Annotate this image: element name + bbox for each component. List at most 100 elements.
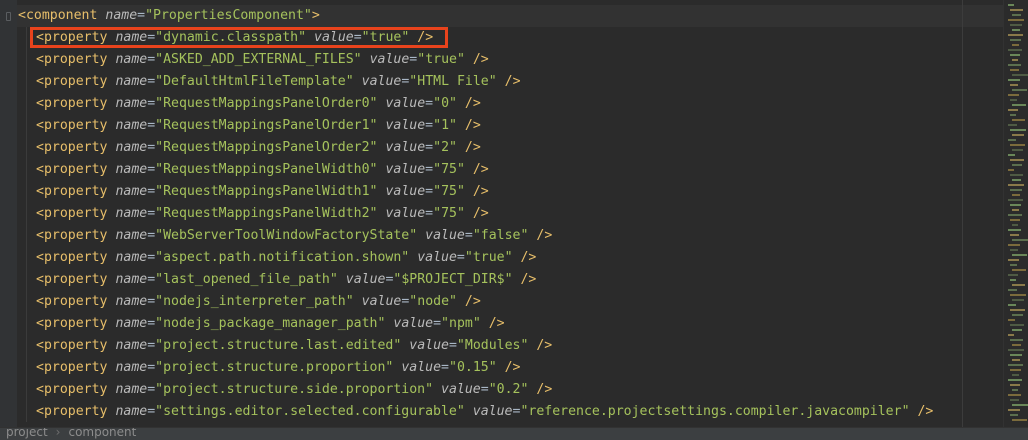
property-name-text: RequestMappingsPanelOrder0 bbox=[163, 96, 370, 111]
property-line[interactable]: <property name="nodejs_interpreter_path"… bbox=[36, 291, 481, 313]
property-tag: property bbox=[43, 96, 108, 111]
property-line[interactable]: <property name="ASKED_ADD_EXTERNAL_FILES… bbox=[36, 49, 489, 71]
code-editor[interactable]: <component name="PropertiesComponent"> <… bbox=[0, 0, 1028, 440]
equals-sign: = bbox=[425, 184, 434, 199]
breadcrumb-separator-icon: › bbox=[55, 427, 61, 439]
property-name-attr: name bbox=[115, 250, 148, 265]
scroll-marker bbox=[1012, 314, 1023, 316]
scroll-marker bbox=[1012, 359, 1020, 361]
property-value-text: 75 bbox=[441, 206, 457, 221]
scroll-marker bbox=[1008, 304, 1016, 306]
equals-sign: = bbox=[147, 96, 156, 111]
self-close-bracket: /> bbox=[464, 96, 481, 111]
right-margin-guide bbox=[962, 0, 963, 428]
scroll-marker bbox=[1012, 299, 1024, 301]
scroll-marker bbox=[1010, 144, 1025, 146]
property-value-text: 0 bbox=[441, 96, 450, 111]
open-bracket: < bbox=[36, 96, 44, 111]
breadcrumb-item-project[interactable]: project bbox=[6, 428, 48, 439]
property-line[interactable]: <property name="aspect.path.notification… bbox=[36, 247, 536, 269]
property-value-value: "npm" bbox=[441, 316, 481, 331]
property-value-text: node bbox=[417, 294, 450, 309]
property-line[interactable]: <property name="settings.editor.selected… bbox=[36, 401, 933, 423]
property-name-attr: name bbox=[115, 382, 148, 397]
self-close-bracket: /> bbox=[520, 272, 537, 287]
property-line[interactable]: <property name="RequestMappingsPanelOrde… bbox=[36, 137, 481, 159]
property-line[interactable]: <property name="RequestMappingsPanelWidt… bbox=[36, 203, 489, 225]
property-tag: property bbox=[43, 184, 108, 199]
self-close-bracket: /> bbox=[464, 118, 481, 133]
property-tag: property bbox=[43, 272, 108, 287]
property-line[interactable]: <property name="WebServerToolWindowFacto… bbox=[36, 225, 552, 247]
property-name-attr: name bbox=[115, 316, 148, 331]
scroll-marker bbox=[1008, 364, 1023, 366]
property-name-text: ASKED_ADD_EXTERNAL_FILES bbox=[163, 52, 354, 67]
property-value-text: false bbox=[480, 228, 521, 243]
property-value-value: "75" bbox=[433, 162, 465, 177]
scroll-marker bbox=[1012, 419, 1027, 421]
scroll-marker bbox=[1012, 254, 1027, 256]
scroll-marker bbox=[1008, 229, 1021, 231]
scroll-marker bbox=[1010, 384, 1020, 386]
property-name-value: "RequestMappingsPanelOrder1" bbox=[155, 118, 378, 133]
property-line[interactable]: <property name="project.structure.side.p… bbox=[36, 379, 552, 401]
property-line[interactable]: <property name="RequestMappingsPanelOrde… bbox=[36, 115, 481, 137]
scroll-marker bbox=[1010, 399, 1019, 401]
property-name-value: "WebServerToolWindowFactoryState" bbox=[155, 228, 418, 243]
property-line[interactable]: <property name="DefaultHtmlFileTemplate"… bbox=[36, 71, 521, 93]
equals-sign: = bbox=[147, 338, 156, 353]
property-value-value: "Modules" bbox=[456, 338, 529, 353]
scrollbar-markers[interactable] bbox=[1003, 0, 1028, 428]
scroll-marker bbox=[1012, 104, 1026, 106]
scroll-marker bbox=[1008, 34, 1023, 36]
equals-sign: = bbox=[147, 52, 156, 67]
property-name-attr: name bbox=[115, 52, 148, 67]
property-name-value: "settings.editor.selected.configurable" bbox=[155, 404, 465, 419]
self-close-bracket: /> bbox=[536, 228, 553, 243]
component-attr-value: "PropertiesComponent" bbox=[145, 8, 312, 23]
property-value-attr: value bbox=[393, 316, 434, 331]
highlight-annotation-box bbox=[30, 27, 448, 48]
breadcrumb-item-component[interactable]: component bbox=[68, 428, 136, 439]
self-close-bracket: /> bbox=[464, 140, 481, 155]
property-line[interactable]: <property name="project.structure.propor… bbox=[36, 357, 521, 379]
code-area[interactable]: <component name="PropertiesComponent"> <… bbox=[0, 0, 1004, 428]
open-bracket: < bbox=[36, 228, 44, 243]
scroll-marker bbox=[1010, 204, 1021, 206]
property-line[interactable]: <property name="nodejs_package_manager_p… bbox=[36, 313, 505, 335]
self-close-bracket: /> bbox=[472, 162, 489, 177]
component-line[interactable]: <component name="PropertiesComponent"> bbox=[18, 5, 320, 27]
property-line[interactable]: <property name="project.structure.last.e… bbox=[36, 335, 552, 357]
property-value-text: true bbox=[472, 250, 505, 265]
open-bracket: < bbox=[36, 338, 44, 353]
equals-sign: = bbox=[147, 228, 156, 243]
scroll-marker bbox=[1010, 264, 1017, 266]
scroll-marker bbox=[1012, 29, 1020, 31]
property-value-value: "true" bbox=[417, 52, 465, 67]
property-line[interactable]: <property name="RequestMappingsPanelOrde… bbox=[36, 93, 481, 115]
property-value-value: "2" bbox=[433, 140, 457, 155]
property-name-attr: name bbox=[115, 96, 148, 111]
property-tag: property bbox=[43, 118, 108, 133]
property-name-text: project.structure.proportion bbox=[163, 360, 386, 375]
property-value-attr: value bbox=[385, 140, 426, 155]
property-value-value: "1" bbox=[433, 118, 457, 133]
property-value-attr: value bbox=[361, 74, 402, 89]
property-line[interactable]: <property name="RequestMappingsPanelWidt… bbox=[36, 159, 489, 181]
equals-sign: = bbox=[147, 206, 156, 221]
property-name-attr: name bbox=[115, 74, 148, 89]
property-name-value: "RequestMappingsPanelOrder2" bbox=[155, 140, 378, 155]
scroll-marker bbox=[1008, 154, 1015, 156]
property-line[interactable]: <property name="RequestMappingsPanelWidt… bbox=[36, 181, 489, 203]
property-value-value: "reference.projectsettings.compiler.java… bbox=[520, 404, 910, 419]
property-line[interactable]: <property name="last_opened_file_path" v… bbox=[36, 269, 536, 291]
scroll-marker bbox=[1012, 374, 1019, 376]
scroll-marker bbox=[1010, 129, 1026, 131]
open-bracket: < bbox=[36, 294, 44, 309]
property-name-value: "aspect.path.notification.shown" bbox=[155, 250, 410, 265]
scroll-marker bbox=[1010, 354, 1022, 356]
